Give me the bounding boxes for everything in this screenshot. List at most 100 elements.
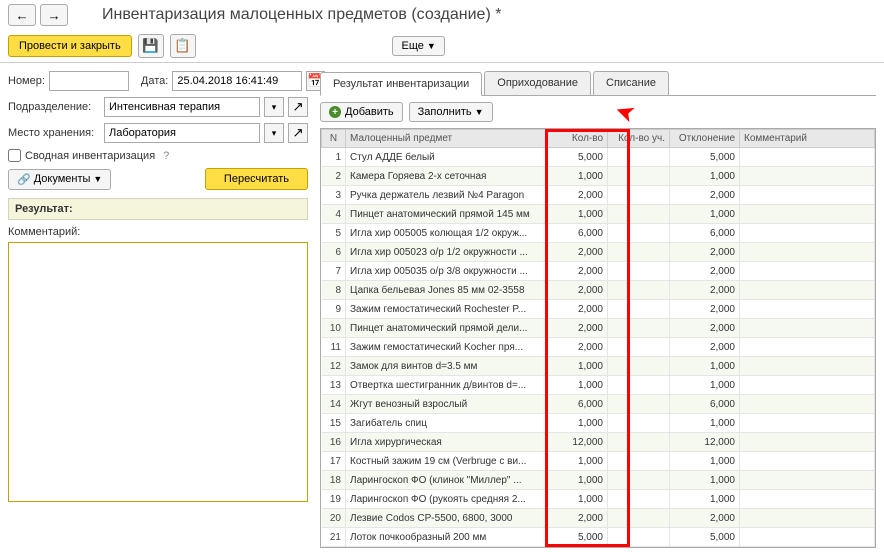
table-header-row: N Малоценный предмет Кол-во Кол-во уч. О… bbox=[322, 130, 875, 148]
cell-item: Лезвие Codos CP-5500, 6800, 3000 bbox=[346, 509, 546, 528]
cell-qty-acc bbox=[608, 376, 670, 395]
cell-qty: 2,000 bbox=[546, 186, 608, 205]
cell-comment bbox=[740, 300, 875, 319]
storage-label: Место хранения: bbox=[8, 127, 100, 139]
table-row[interactable]: 20 Лезвие Codos CP-5500, 6800, 3000 2,00… bbox=[322, 509, 875, 528]
left-panel: Номер: Дата: 📅 Подразделение: ▾ ↗ Место … bbox=[8, 71, 308, 548]
cell-deviation: 2,000 bbox=[670, 262, 740, 281]
cell-qty: 1,000 bbox=[546, 376, 608, 395]
cell-qty: 5,000 bbox=[546, 528, 608, 547]
cell-qty-acc bbox=[608, 414, 670, 433]
chevron-down-icon: ▾ bbox=[272, 102, 277, 113]
comment-textarea[interactable] bbox=[8, 242, 308, 502]
cell-n: 13 bbox=[322, 376, 346, 395]
table-row[interactable]: 16 Игла хирургическая 12,000 12,000 bbox=[322, 433, 875, 452]
col-comment[interactable]: Комментарий bbox=[740, 130, 875, 148]
comment-label: Комментарий: bbox=[8, 226, 308, 238]
table-row[interactable]: 5 Игла хир 005005 колющая 1/2 окруж... 6… bbox=[322, 224, 875, 243]
forward-button[interactable]: → bbox=[40, 4, 68, 26]
cell-deviation: 1,000 bbox=[670, 205, 740, 224]
cell-deviation: 1,000 bbox=[670, 376, 740, 395]
col-deviation[interactable]: Отклонение bbox=[670, 130, 740, 148]
cell-qty: 1,000 bbox=[546, 205, 608, 224]
col-qty[interactable]: Кол-во bbox=[546, 130, 608, 148]
cell-n: 15 bbox=[322, 414, 346, 433]
save-button[interactable]: 💾 bbox=[138, 34, 164, 58]
storage-open[interactable]: ↗ bbox=[288, 123, 308, 143]
table-row[interactable]: 3 Ручка держатель лезвий №4 Paragon 2,00… bbox=[322, 186, 875, 205]
cell-comment bbox=[740, 186, 875, 205]
col-qty-acc[interactable]: Кол-во уч. bbox=[608, 130, 670, 148]
fill-button[interactable]: Заполнить▼ bbox=[409, 102, 493, 122]
table-row[interactable]: 2 Камера Горяева 2-х сеточная 1,000 1,00… bbox=[322, 167, 875, 186]
table-row[interactable]: 10 Пинцет анатомический прямой дели... 2… bbox=[322, 319, 875, 338]
cell-qty: 1,000 bbox=[546, 414, 608, 433]
col-item[interactable]: Малоценный предмет bbox=[346, 130, 546, 148]
cell-deviation: 5,000 bbox=[670, 528, 740, 547]
table-row[interactable]: 14 Жгут венозный взрослый 6,000 6,000 bbox=[322, 395, 875, 414]
table-row[interactable]: 11 Зажим гемостатический Kocher пря... 2… bbox=[322, 338, 875, 357]
cell-qty: 2,000 bbox=[546, 319, 608, 338]
dept-dropdown[interactable]: ▾ bbox=[264, 97, 284, 117]
table-row[interactable]: 19 Ларингоскоп ФО (рукоять средняя 2... … bbox=[322, 490, 875, 509]
table-row[interactable]: 1 Стул АДДЕ белый 5,000 5,000 bbox=[322, 148, 875, 167]
cell-qty-acc bbox=[608, 148, 670, 167]
table-row[interactable]: 4 Пинцет анатомический прямой 145 мм 1,0… bbox=[322, 205, 875, 224]
cell-item: Пинцет анатомический прямой дели... bbox=[346, 319, 546, 338]
cell-qty: 6,000 bbox=[546, 395, 608, 414]
number-input[interactable] bbox=[49, 71, 129, 91]
cell-deviation: 1,000 bbox=[670, 490, 740, 509]
cell-comment bbox=[740, 167, 875, 186]
tab-receipt[interactable]: Оприходование bbox=[484, 71, 591, 95]
cell-item: Камера Горяева 2-х сеточная bbox=[346, 167, 546, 186]
storage-dropdown[interactable]: ▾ bbox=[264, 123, 284, 143]
cell-n: 17 bbox=[322, 452, 346, 471]
cell-item: Лоток почкообразный 200 мм bbox=[346, 528, 546, 547]
cell-qty: 2,000 bbox=[546, 338, 608, 357]
dept-open[interactable]: ↗ bbox=[288, 97, 308, 117]
result-header: Результат: bbox=[8, 198, 308, 220]
cell-qty: 1,000 bbox=[546, 471, 608, 490]
cell-comment bbox=[740, 376, 875, 395]
back-button[interactable]: ← bbox=[8, 4, 36, 26]
cell-qty: 12,000 bbox=[546, 433, 608, 452]
documents-button[interactable]: 🔗Документы▼ bbox=[8, 169, 111, 190]
tab-writeoff[interactable]: Списание bbox=[593, 71, 669, 95]
cell-n: 5 bbox=[322, 224, 346, 243]
table-row[interactable]: 18 Ларингоскоп ФО (клинок "Миллер" ... 1… bbox=[322, 471, 875, 490]
table-row[interactable]: 8 Цапка бельевая Jones 85 мм 02-3558 2,0… bbox=[322, 281, 875, 300]
recalc-button[interactable]: Пересчитать bbox=[205, 168, 308, 190]
add-button[interactable]: +Добавить bbox=[320, 102, 403, 122]
table-row[interactable]: 21 Лоток почкообразный 200 мм 5,000 5,00… bbox=[322, 528, 875, 547]
table-row[interactable]: 13 Отвертка шестигранник д/винтов d=... … bbox=[322, 376, 875, 395]
post-button[interactable]: 📋 bbox=[170, 34, 196, 58]
cell-n: 7 bbox=[322, 262, 346, 281]
table-row[interactable]: 17 Костный зажим 19 см (Verbruge с ви...… bbox=[322, 452, 875, 471]
link-icon: 🔗 bbox=[17, 173, 31, 186]
cell-item: Жгут венозный взрослый bbox=[346, 395, 546, 414]
consolidated-checkbox[interactable] bbox=[8, 149, 21, 162]
table-row[interactable]: 15 Загибатель спиц 1,000 1,000 bbox=[322, 414, 875, 433]
post-and-close-button[interactable]: Провести и закрыть bbox=[8, 35, 132, 57]
table-row[interactable]: 12 Замок для винтов d=3.5 мм 1,000 1,000 bbox=[322, 357, 875, 376]
table-row[interactable]: 9 Зажим гемостатический Rochester P... 2… bbox=[322, 300, 875, 319]
table-row[interactable]: 6 Игла хир 005023 о/р 1/2 окружности ...… bbox=[322, 243, 875, 262]
cell-comment bbox=[740, 395, 875, 414]
tab-result[interactable]: Результат инвентаризации bbox=[320, 72, 482, 96]
cell-item: Ларингоскоп ФО (рукоять средняя 2... bbox=[346, 490, 546, 509]
cell-qty-acc bbox=[608, 186, 670, 205]
storage-input[interactable] bbox=[104, 123, 260, 143]
table-row[interactable]: 7 Игла хир 005035 о/р 3/8 окружности ...… bbox=[322, 262, 875, 281]
cell-comment bbox=[740, 528, 875, 547]
cell-qty: 1,000 bbox=[546, 167, 608, 186]
help-icon[interactable]: ? bbox=[163, 150, 169, 162]
dept-input[interactable] bbox=[104, 97, 260, 117]
more-button[interactable]: Еще▼ bbox=[392, 36, 444, 56]
cell-comment bbox=[740, 452, 875, 471]
cell-item: Костный зажим 19 см (Verbruge с ви... bbox=[346, 452, 546, 471]
cell-n: 12 bbox=[322, 357, 346, 376]
date-input[interactable] bbox=[172, 71, 302, 91]
col-n[interactable]: N bbox=[322, 130, 346, 148]
cell-item: Игла хир 005035 о/р 3/8 окружности ... bbox=[346, 262, 546, 281]
cell-item: Зажим гемостатический Rochester P... bbox=[346, 300, 546, 319]
